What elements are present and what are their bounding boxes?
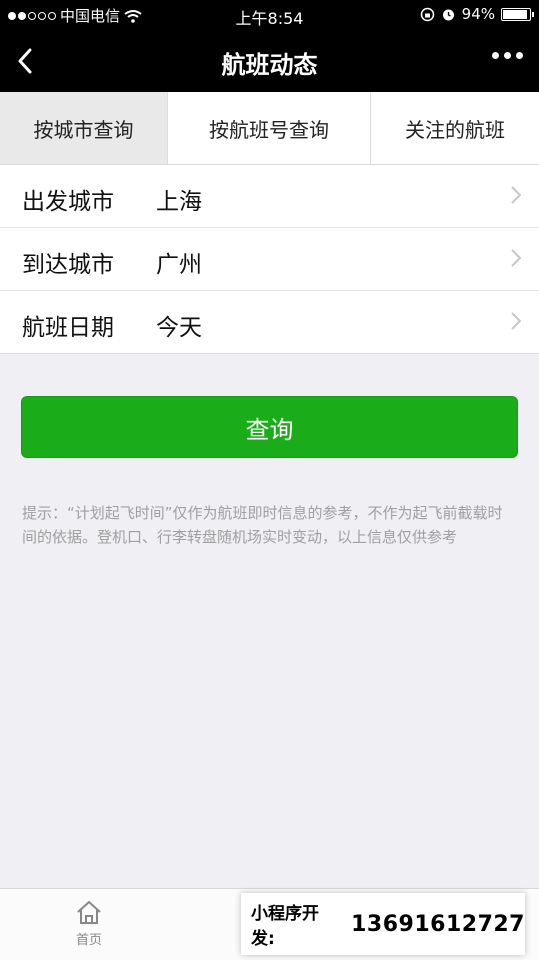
tab-label: 关注的航班 [405, 117, 505, 142]
page-title: 航班动态 [221, 51, 318, 79]
alarm-icon [442, 9, 454, 20]
more-options-button[interactable] [492, 52, 523, 59]
flight-search-form: 出发城市 上海 到达城市 广州 航班日期 今天 [0, 165, 539, 354]
flight-date-value: 今天 [156, 315, 202, 341]
query-tabs: 按城市查询 按航班号查询 关注的航班 [0, 92, 539, 165]
battery-icon [501, 7, 534, 21]
departure-city-value: 上海 [156, 189, 202, 215]
arrival-city-value: 广州 [156, 252, 202, 278]
promo-banner: 小程序开发: 13691612727 [241, 893, 525, 955]
arrival-city-label: 到达城市 [22, 252, 114, 278]
departure-city-row[interactable]: 出发城市 上海 [0, 165, 539, 228]
departure-city-label: 出发城市 [22, 189, 114, 215]
battery-percent: 94% [461, 5, 495, 23]
arrival-city-row[interactable]: 到达城市 广州 [0, 228, 539, 291]
promo-label: 小程序开发: [251, 904, 319, 949]
home-icon [77, 901, 101, 924]
tab-home-label: 首页 [75, 933, 102, 948]
more-dot-icon [504, 52, 511, 59]
tab-label: 按航班号查询 [209, 117, 329, 142]
status-bar: 中国电信 上午8:54 94% [0, 0, 539, 30]
more-dot-icon [492, 52, 499, 59]
battery-level [503, 9, 527, 19]
tab-home[interactable]: 首页 [50, 899, 128, 948]
query-button[interactable]: 查询 [21, 396, 518, 458]
flight-date-row[interactable]: 航班日期 今天 [0, 291, 539, 353]
tab-flight-number-query[interactable]: 按航班号查询 [168, 92, 371, 164]
chevron-right-icon [511, 249, 521, 267]
tab-followed-flights[interactable]: 关注的航班 [371, 92, 539, 164]
tip-text: 提示：“计划起飞时间”仅作为航班即时信息的参考，不作为起飞前截载时间的依据。登机… [22, 504, 503, 546]
chevron-right-icon [511, 186, 521, 204]
more-dot-icon [516, 52, 523, 59]
tab-city-query[interactable]: 按城市查询 [0, 92, 168, 164]
tab-label: 按城市查询 [33, 117, 134, 142]
chevron-right-icon [511, 312, 521, 330]
navigation-bar: 航班动态 [0, 30, 539, 92]
rotation-lock-icon [420, 7, 434, 21]
promo-phone: 13691612727 [351, 911, 525, 937]
status-right: 94% [420, 5, 534, 23]
flight-date-label: 航班日期 [22, 315, 114, 341]
